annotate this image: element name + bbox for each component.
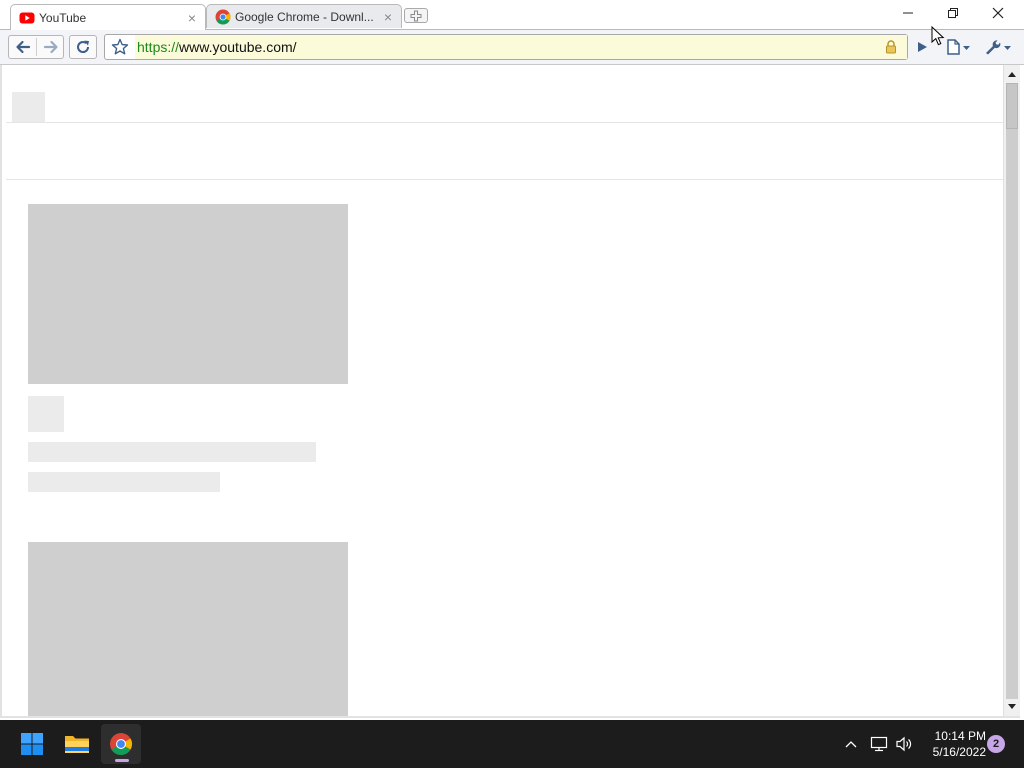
back-button[interactable] (9, 36, 36, 58)
file-explorer-button[interactable] (57, 724, 97, 764)
volume-icon (896, 736, 912, 752)
page-icon (947, 39, 970, 55)
vertical-scrollbar[interactable] (1003, 65, 1020, 716)
settings-menu-button[interactable] (980, 35, 1016, 59)
active-app-indicator (115, 759, 129, 762)
mouse-cursor-icon (931, 26, 945, 46)
forward-arrow-icon (43, 40, 58, 54)
windows-start-icon (21, 733, 43, 755)
youtube-icon (19, 12, 35, 23)
file-explorer-icon (65, 736, 89, 753)
chevron-up-icon (845, 741, 857, 748)
play-icon (918, 42, 927, 52)
network-button[interactable] (868, 732, 890, 756)
scroll-up-button[interactable] (1004, 66, 1020, 82)
minimize-icon (903, 12, 913, 14)
clock-date: 5/16/2022 (932, 745, 986, 759)
header-divider (6, 122, 1003, 123)
page-menu-button[interactable] (942, 35, 974, 59)
page-viewport (2, 65, 1003, 716)
url-text[interactable]: https://www.youtube.com/ (135, 35, 907, 59)
restore-button[interactable] (931, 0, 975, 26)
clock-time: 10:14 PM (934, 729, 986, 743)
scroll-down-button[interactable] (1004, 699, 1020, 715)
taskbar: 10:14 PM 5/16/2022 2 (0, 720, 1024, 768)
reload-icon (77, 40, 90, 53)
restore-icon (948, 8, 958, 18)
lock-icon[interactable] (883, 39, 899, 55)
url-scheme: https:// (137, 39, 180, 55)
tab-close-icon[interactable]: × (185, 11, 199, 25)
tab-chrome-download[interactable]: Google Chrome - Downl... × (206, 4, 402, 28)
window-frame-bottom (0, 716, 1020, 718)
video-thumbnail-placeholder (28, 542, 348, 716)
scrollbar-thumb[interactable] (1006, 83, 1018, 129)
start-button[interactable] (12, 724, 52, 764)
notification-badge[interactable]: 2 (987, 735, 1005, 753)
chrome-icon (110, 733, 132, 755)
browser-toolbar: https://www.youtube.com/ (0, 29, 1024, 65)
channel-avatar-placeholder (28, 396, 64, 432)
url-host: www.youtube.com/ (179, 39, 297, 55)
new-tab-button[interactable] (404, 8, 428, 23)
bookmark-button[interactable] (105, 35, 136, 59)
show-hidden-icons-button[interactable] (840, 732, 862, 756)
logo-placeholder (12, 92, 45, 122)
tab-title: Google Chrome - Downl... (235, 9, 374, 24)
close-window-button[interactable] (976, 0, 1020, 26)
wrench-icon (986, 40, 1011, 55)
reload-button[interactable] (69, 35, 97, 59)
network-icon (870, 736, 888, 752)
tab-title: YouTube (39, 10, 87, 25)
close-icon (992, 7, 1004, 19)
system-clock[interactable]: 10:14 PM 5/16/2022 (918, 728, 986, 762)
chrome-taskbar-button[interactable] (101, 724, 141, 764)
tab-youtube[interactable]: YouTube × (10, 4, 206, 30)
chrome-icon (215, 9, 231, 25)
scroll-up-icon (1008, 72, 1016, 77)
address-bar[interactable]: https://www.youtube.com/ (104, 34, 908, 60)
scroll-down-icon (1008, 704, 1016, 709)
minimize-button[interactable] (886, 0, 930, 26)
play-button[interactable] (912, 35, 932, 59)
new-tab-icon (410, 10, 422, 21)
video-thumbnail-placeholder (28, 204, 348, 384)
scrollbar-track[interactable] (1006, 129, 1018, 699)
video-title-placeholder (28, 442, 316, 462)
nav-button-group (8, 35, 64, 59)
tab-close-icon[interactable]: × (381, 10, 395, 24)
filter-bar-divider (6, 179, 1003, 180)
volume-button[interactable] (893, 732, 915, 756)
video-meta-placeholder (28, 472, 220, 492)
star-icon (111, 38, 129, 55)
forward-button[interactable] (37, 36, 64, 58)
tab-strip: YouTube × Google Chrome - Downl... × (0, 0, 1024, 30)
back-arrow-icon (15, 40, 30, 54)
